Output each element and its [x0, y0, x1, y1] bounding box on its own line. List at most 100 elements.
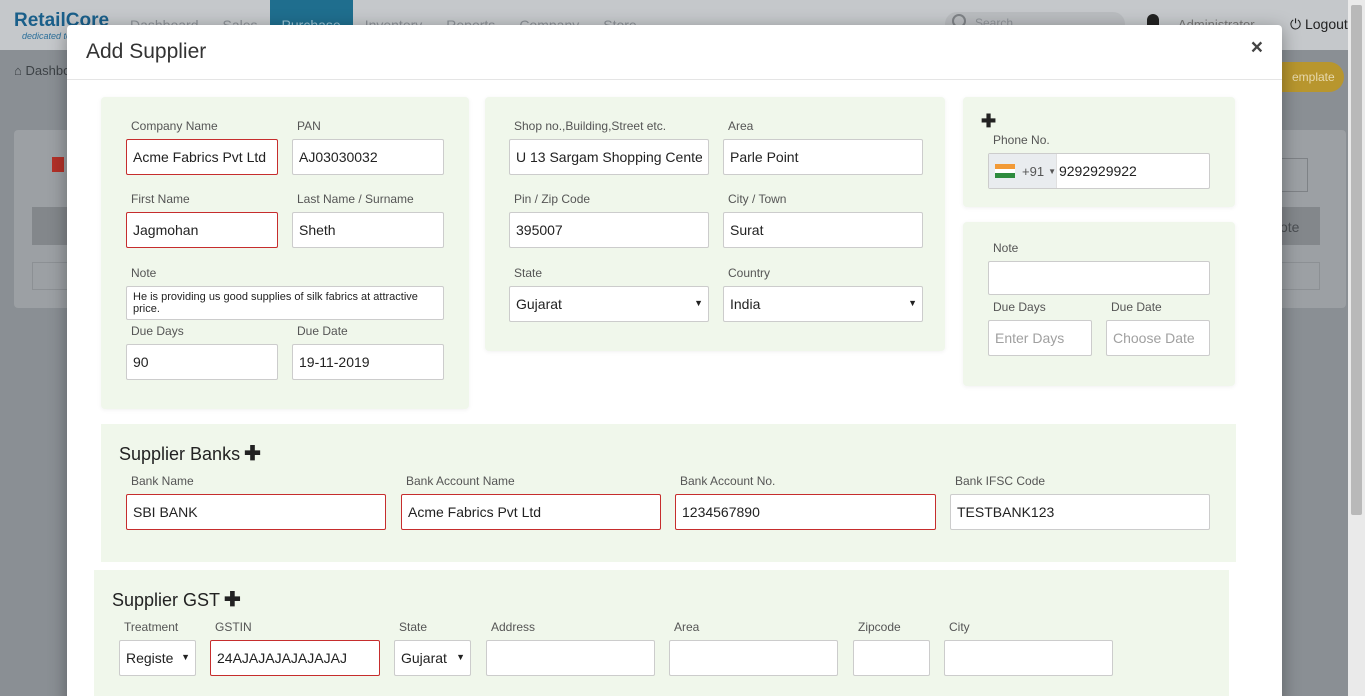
gstin-field: GSTIN [210, 620, 380, 676]
phone-panel: ✚ Phone No. +91 ▼ [963, 97, 1240, 207]
scrollbar-thumb[interactable] [1351, 5, 1362, 515]
pan-field: PAN [292, 119, 444, 175]
company-name-input[interactable] [126, 139, 278, 175]
state-select-value: Gujarat [509, 286, 709, 322]
extra-due-days-label: Due Days [993, 300, 1046, 314]
due-days-field: Due Days [126, 324, 278, 380]
city-label: City / Town [728, 192, 787, 206]
note-textarea[interactable]: He is providing us good supplies of silk… [126, 286, 444, 320]
caret-down-icon: ▼ [1048, 166, 1056, 176]
phone-field: Phone No. +91 ▼ [988, 133, 1240, 189]
extra-note-field: Note [988, 241, 1210, 295]
bank-name-input[interactable] [126, 494, 386, 530]
country-select[interactable]: India ▼ [723, 286, 923, 322]
dial-code: +91 [1022, 163, 1045, 179]
gst-zipcode-label: Zipcode [858, 620, 901, 634]
list-search-input[interactable] [1282, 158, 1308, 192]
country-select-value: India [723, 286, 923, 322]
supplier-gst-title-text: Supplier GST [112, 590, 221, 610]
breadcrumb: ⌂ Dashbo [14, 63, 70, 78]
bank-account-no-input[interactable] [675, 494, 936, 530]
chevron-down-icon: ▼ [456, 652, 465, 662]
pan-label: PAN [297, 119, 321, 133]
due-date-input[interactable] [292, 344, 444, 380]
gst-area-label: Area [674, 620, 700, 634]
phone-input-group: +91 ▼ [988, 153, 1240, 189]
pin-field: Pin / Zip Code [509, 192, 709, 248]
bank-name-label: Bank Name [131, 474, 194, 488]
state-field: State Gujarat ▼ [509, 266, 709, 322]
note-field: Note He is providing us good supplies of… [126, 266, 444, 320]
last-name-label: Last Name / Surname [297, 192, 414, 206]
bank-ifsc-label: Bank IFSC Code [955, 474, 1046, 488]
state-label: State [514, 266, 543, 280]
extra-note-textarea[interactable] [988, 261, 1210, 295]
power-icon: ⏻ [1290, 16, 1302, 32]
gst-treatment-label: Treatment [124, 620, 179, 634]
bank-ifsc-input[interactable] [950, 494, 1210, 530]
bank-account-name-label: Bank Account Name [406, 474, 515, 488]
shop-address-input[interactable] [509, 139, 709, 175]
first-name-input[interactable] [126, 212, 278, 248]
bank-account-no-field: Bank Account No. [675, 474, 936, 530]
due-days-label: Due Days [131, 324, 184, 338]
app-tagline: dedicated to [22, 31, 72, 41]
gst-address-input[interactable] [486, 640, 655, 676]
pin-label: Pin / Zip Code [514, 192, 591, 206]
pan-input[interactable] [292, 139, 444, 175]
add-supplier-modal: Add Supplier × Company Name PAN First Na… [67, 25, 1282, 696]
due-date-field: Due Date [292, 324, 444, 380]
trash-icon[interactable] [52, 157, 64, 172]
phone-input[interactable] [1056, 154, 1240, 188]
supplier-gst-title: Supplier GST ✚ [112, 587, 241, 612]
note-label: Note [131, 266, 157, 280]
shop-address-field: Shop no.,Building,Street etc. [509, 119, 709, 175]
extra-due-date-field: Due Date [1106, 300, 1210, 356]
gst-zipcode-input[interactable] [853, 640, 930, 676]
country-field: Country India ▼ [723, 266, 923, 322]
add-bank-plus-icon[interactable]: ✚ [244, 441, 261, 466]
gstin-input[interactable] [210, 640, 380, 676]
gst-area-field: Area [669, 620, 838, 676]
gst-zipcode-field: Zipcode [853, 620, 930, 676]
country-code-dropdown[interactable]: +91 ▼ [989, 154, 1057, 188]
state-select[interactable]: Gujarat ▼ [509, 286, 709, 322]
gst-city-input[interactable] [944, 640, 1113, 676]
logout-label: Logout [1304, 16, 1348, 32]
bank-account-name-field: Bank Account Name [401, 474, 661, 530]
chevron-down-icon: ▼ [694, 298, 703, 308]
bank-ifsc-field: Bank IFSC Code [950, 474, 1210, 530]
add-gst-plus-icon[interactable]: ✚ [224, 587, 241, 612]
chevron-down-icon: ▼ [181, 652, 190, 662]
gst-address-label: Address [491, 620, 536, 634]
close-button[interactable]: × [1251, 36, 1263, 60]
extra-due-date-input[interactable] [1106, 320, 1210, 356]
gst-treatment-field: Treatment Registe ▼ [119, 620, 196, 676]
gstin-label: GSTIN [215, 620, 252, 634]
gst-treatment-select[interactable]: Registe ▼ [119, 640, 196, 676]
company-name-field: Company Name [126, 119, 278, 175]
breadcrumb-dashboard[interactable]: Dashbo [25, 63, 70, 78]
gst-city-field: City [944, 620, 1113, 676]
bank-account-name-input[interactable] [401, 494, 661, 530]
due-days-input[interactable] [126, 344, 278, 380]
gst-city-label: City [949, 620, 970, 634]
add-phone-plus-icon[interactable]: ✚ [981, 111, 996, 132]
area-input[interactable] [723, 139, 923, 175]
extra-panel: Note Due Days Due Date [963, 222, 1235, 386]
extra-due-days-input[interactable] [988, 320, 1092, 356]
due-date-label: Due Date [297, 324, 348, 338]
modal-title: Add Supplier [86, 40, 207, 63]
last-name-input[interactable] [292, 212, 444, 248]
page-scrollbar[interactable] [1348, 0, 1365, 696]
company-name-label: Company Name [131, 119, 218, 133]
pin-input[interactable] [509, 212, 709, 248]
gst-area-input[interactable] [669, 640, 838, 676]
logout-button[interactable]: ⏻ Logout [1290, 16, 1348, 33]
address-panel: Shop no.,Building,Street etc. Area Pin /… [485, 97, 945, 351]
company-panel: Company Name PAN First Name Last Name / … [101, 97, 469, 409]
city-input[interactable] [723, 212, 923, 248]
gst-address-field: Address [486, 620, 655, 676]
gst-state-label: State [399, 620, 428, 634]
gst-state-select[interactable]: Gujarat ▼ [394, 640, 471, 676]
